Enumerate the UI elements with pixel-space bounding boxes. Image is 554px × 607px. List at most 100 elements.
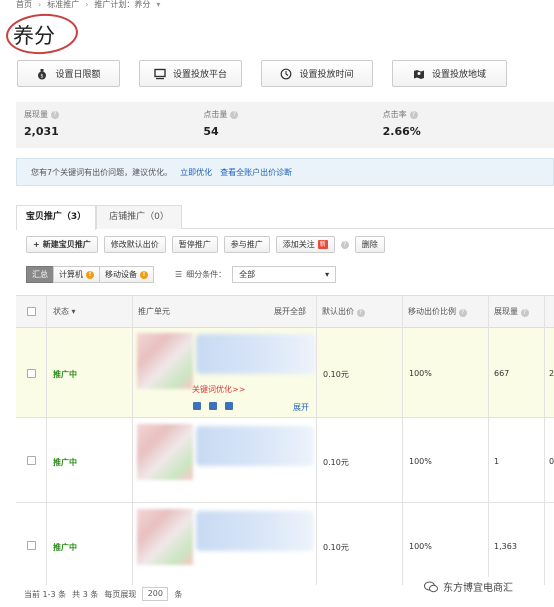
- edit-icon[interactable]: [209, 402, 217, 410]
- keyword-optimize-link[interactable]: 关键词优化>>: [192, 384, 245, 395]
- mobile-toggle[interactable]: 移动设备 !: [99, 266, 154, 283]
- help-icon[interactable]: ?: [520, 309, 529, 317]
- action-toolbar: + 新建宝贝推广 修改默认出价 暂停推广 参与推广 添加关注 新 ? 删除: [26, 236, 385, 253]
- join-promotion-button[interactable]: 参与推广: [223, 236, 270, 253]
- row-status: 推广中: [53, 370, 77, 379]
- breadcrumb-home[interactable]: 首页: [16, 0, 32, 10]
- help-icon[interactable]: ?: [340, 240, 349, 249]
- segment-condition-select[interactable]: 全部 ▾: [232, 266, 337, 283]
- column-divider: [316, 296, 317, 585]
- row-default-bid[interactable]: 0.10元: [323, 457, 349, 468]
- stat-impressions-label: 展现量: [24, 110, 48, 119]
- trash-icon[interactable]: [225, 402, 233, 410]
- pause-icon[interactable]: [193, 402, 201, 410]
- table-row[interactable]: 推广中 0.10元 100% 1 0: [16, 418, 554, 503]
- row-default-bid[interactable]: 0.10元: [323, 369, 349, 380]
- stat-ctr-value: 2.66%: [382, 125, 421, 138]
- stat-clicks-value: 54: [203, 125, 219, 138]
- set-time-button[interactable]: 设置投放时间: [261, 60, 373, 87]
- chevron-down-icon[interactable]: ▾: [156, 0, 160, 10]
- set-daily-limit-label: 设置日限额: [55, 70, 101, 80]
- caret-down-icon: ▾: [71, 307, 76, 316]
- set-daily-limit-button[interactable]: $ 设置日限额: [17, 60, 120, 87]
- wechat-icon: [424, 581, 438, 592]
- stat-impressions-value: 2,031: [24, 125, 59, 138]
- list-icon: ☰: [175, 270, 183, 279]
- optimize-now-link[interactable]: 立即优化: [180, 167, 212, 178]
- row-next-column: 0: [549, 457, 554, 466]
- page-range: 当前 1-3 条: [24, 589, 67, 599]
- row-default-bid[interactable]: 0.10元: [323, 542, 349, 553]
- breadcrumb-plan[interactable]: 推广计划：养分: [94, 0, 150, 10]
- set-platform-button[interactable]: 设置投放平台: [139, 60, 242, 87]
- device-filter-row: 汇总 计算机 ! 移动设备 ! ☰ 细分条件： 全部 ▾: [26, 266, 337, 283]
- row-impressions: 1: [494, 457, 500, 466]
- stat-clicks-label: 点击量: [203, 110, 228, 119]
- column-divider: [132, 296, 133, 585]
- product-thumbnail[interactable]: [137, 333, 193, 389]
- row-checkbox[interactable]: [27, 456, 36, 465]
- mobile-ratio-column-label: 移动出价比例: [408, 307, 456, 316]
- set-time-label: 设置投放时间: [299, 70, 354, 80]
- tab-shop-promotion[interactable]: 店铺推广（0）: [96, 205, 182, 229]
- add-follow-button[interactable]: 添加关注 新: [275, 236, 335, 253]
- help-icon[interactable]: ?: [458, 309, 467, 317]
- product-title-blurred[interactable]: [196, 426, 314, 466]
- expand-all-link[interactable]: 展开全部: [274, 296, 306, 328]
- row-status: 推广中: [53, 458, 77, 467]
- pause-promotion-button[interactable]: 暂停推广: [171, 236, 218, 253]
- table-row[interactable]: 推广中 关键词优化>> 展开 0.10元 100% 667 2: [16, 328, 554, 418]
- svg-text:$: $: [41, 73, 44, 79]
- computer-toggle[interactable]: 计算机 !: [53, 266, 100, 283]
- notice-text: 您有7个关键词有出价问题，建议优化。: [31, 167, 173, 177]
- table-row[interactable]: 推广中 0.10元 100% 1,363: [16, 503, 554, 585]
- breadcrumb-standard[interactable]: 标准推广: [47, 0, 79, 10]
- bid-diagnosis-link[interactable]: 查看全账户出价诊断: [220, 167, 292, 178]
- new-item-promotion-button[interactable]: + 新建宝贝推广: [26, 236, 98, 253]
- plus-icon: +: [33, 240, 40, 249]
- help-icon[interactable]: ?: [356, 309, 365, 317]
- set-region-button[interactable]: 设置投放地域: [392, 60, 507, 87]
- select-all-checkbox[interactable]: [27, 307, 36, 316]
- column-divider: [46, 296, 47, 585]
- expand-row-link[interactable]: 展开: [293, 402, 309, 413]
- row-mobile-ratio[interactable]: 100%: [409, 542, 432, 551]
- stat-clicks: 点击量? 54: [195, 102, 374, 148]
- clock-icon: [281, 68, 292, 79]
- default-bid-column-label: 默认出价: [322, 307, 354, 316]
- page-title: 养分: [13, 24, 55, 48]
- settings-toolbar: $ 设置日限额 设置投放平台 设置投放时间 设置投放地域: [17, 60, 507, 87]
- row-next-column: 2: [549, 369, 554, 378]
- stats-panel: 展现量? 2,031 点击量? 54 点击率? 2.66%: [16, 102, 554, 148]
- warning-icon: !: [140, 270, 148, 279]
- total-count: 共 3 条: [72, 589, 99, 599]
- product-thumbnail[interactable]: [137, 424, 193, 480]
- per-page-input[interactable]: 200: [142, 587, 169, 601]
- help-icon[interactable]: ?: [230, 110, 239, 119]
- unit-column-header: 推广单元: [138, 307, 170, 316]
- warning-icon: !: [86, 270, 94, 279]
- edit-default-bid-button[interactable]: 修改默认出价: [103, 236, 166, 253]
- chevron-right-icon: ›: [38, 0, 42, 9]
- status-column-header[interactable]: 状态 ▾: [53, 296, 76, 328]
- map-icon: [413, 69, 424, 79]
- product-thumbnail[interactable]: [137, 509, 193, 565]
- default-bid-column-header: 默认出价 ?: [322, 296, 365, 328]
- help-icon[interactable]: ?: [409, 110, 418, 119]
- product-title-blurred[interactable]: [196, 334, 316, 374]
- tab-item-promotion[interactable]: 宝贝推广（3）: [16, 205, 96, 230]
- promotion-table: 状态 ▾ 推广单元 展开全部 默认出价 ? 移动出价比例 ? 展现量 ? 推广中…: [16, 295, 554, 585]
- set-platform-label: 设置投放平台: [172, 70, 227, 80]
- pagination-bar: 当前 1-3 条 共 3 条 每页展现 200 条: [24, 587, 182, 601]
- row-mobile-ratio[interactable]: 100%: [409, 457, 432, 466]
- row-mobile-ratio[interactable]: 100%: [409, 369, 432, 378]
- new-item-promotion-label: 新建宝贝推广: [42, 240, 91, 249]
- row-checkbox[interactable]: [27, 369, 36, 378]
- row-checkbox[interactable]: [27, 541, 36, 550]
- help-icon[interactable]: ?: [51, 110, 59, 119]
- impressions-column-header: 展现量 ?: [494, 296, 529, 328]
- row-impressions: 1,363: [494, 542, 517, 551]
- product-title-blurred[interactable]: [196, 511, 314, 551]
- delete-button[interactable]: 删除: [354, 236, 385, 253]
- summary-toggle[interactable]: 汇总: [26, 266, 54, 283]
